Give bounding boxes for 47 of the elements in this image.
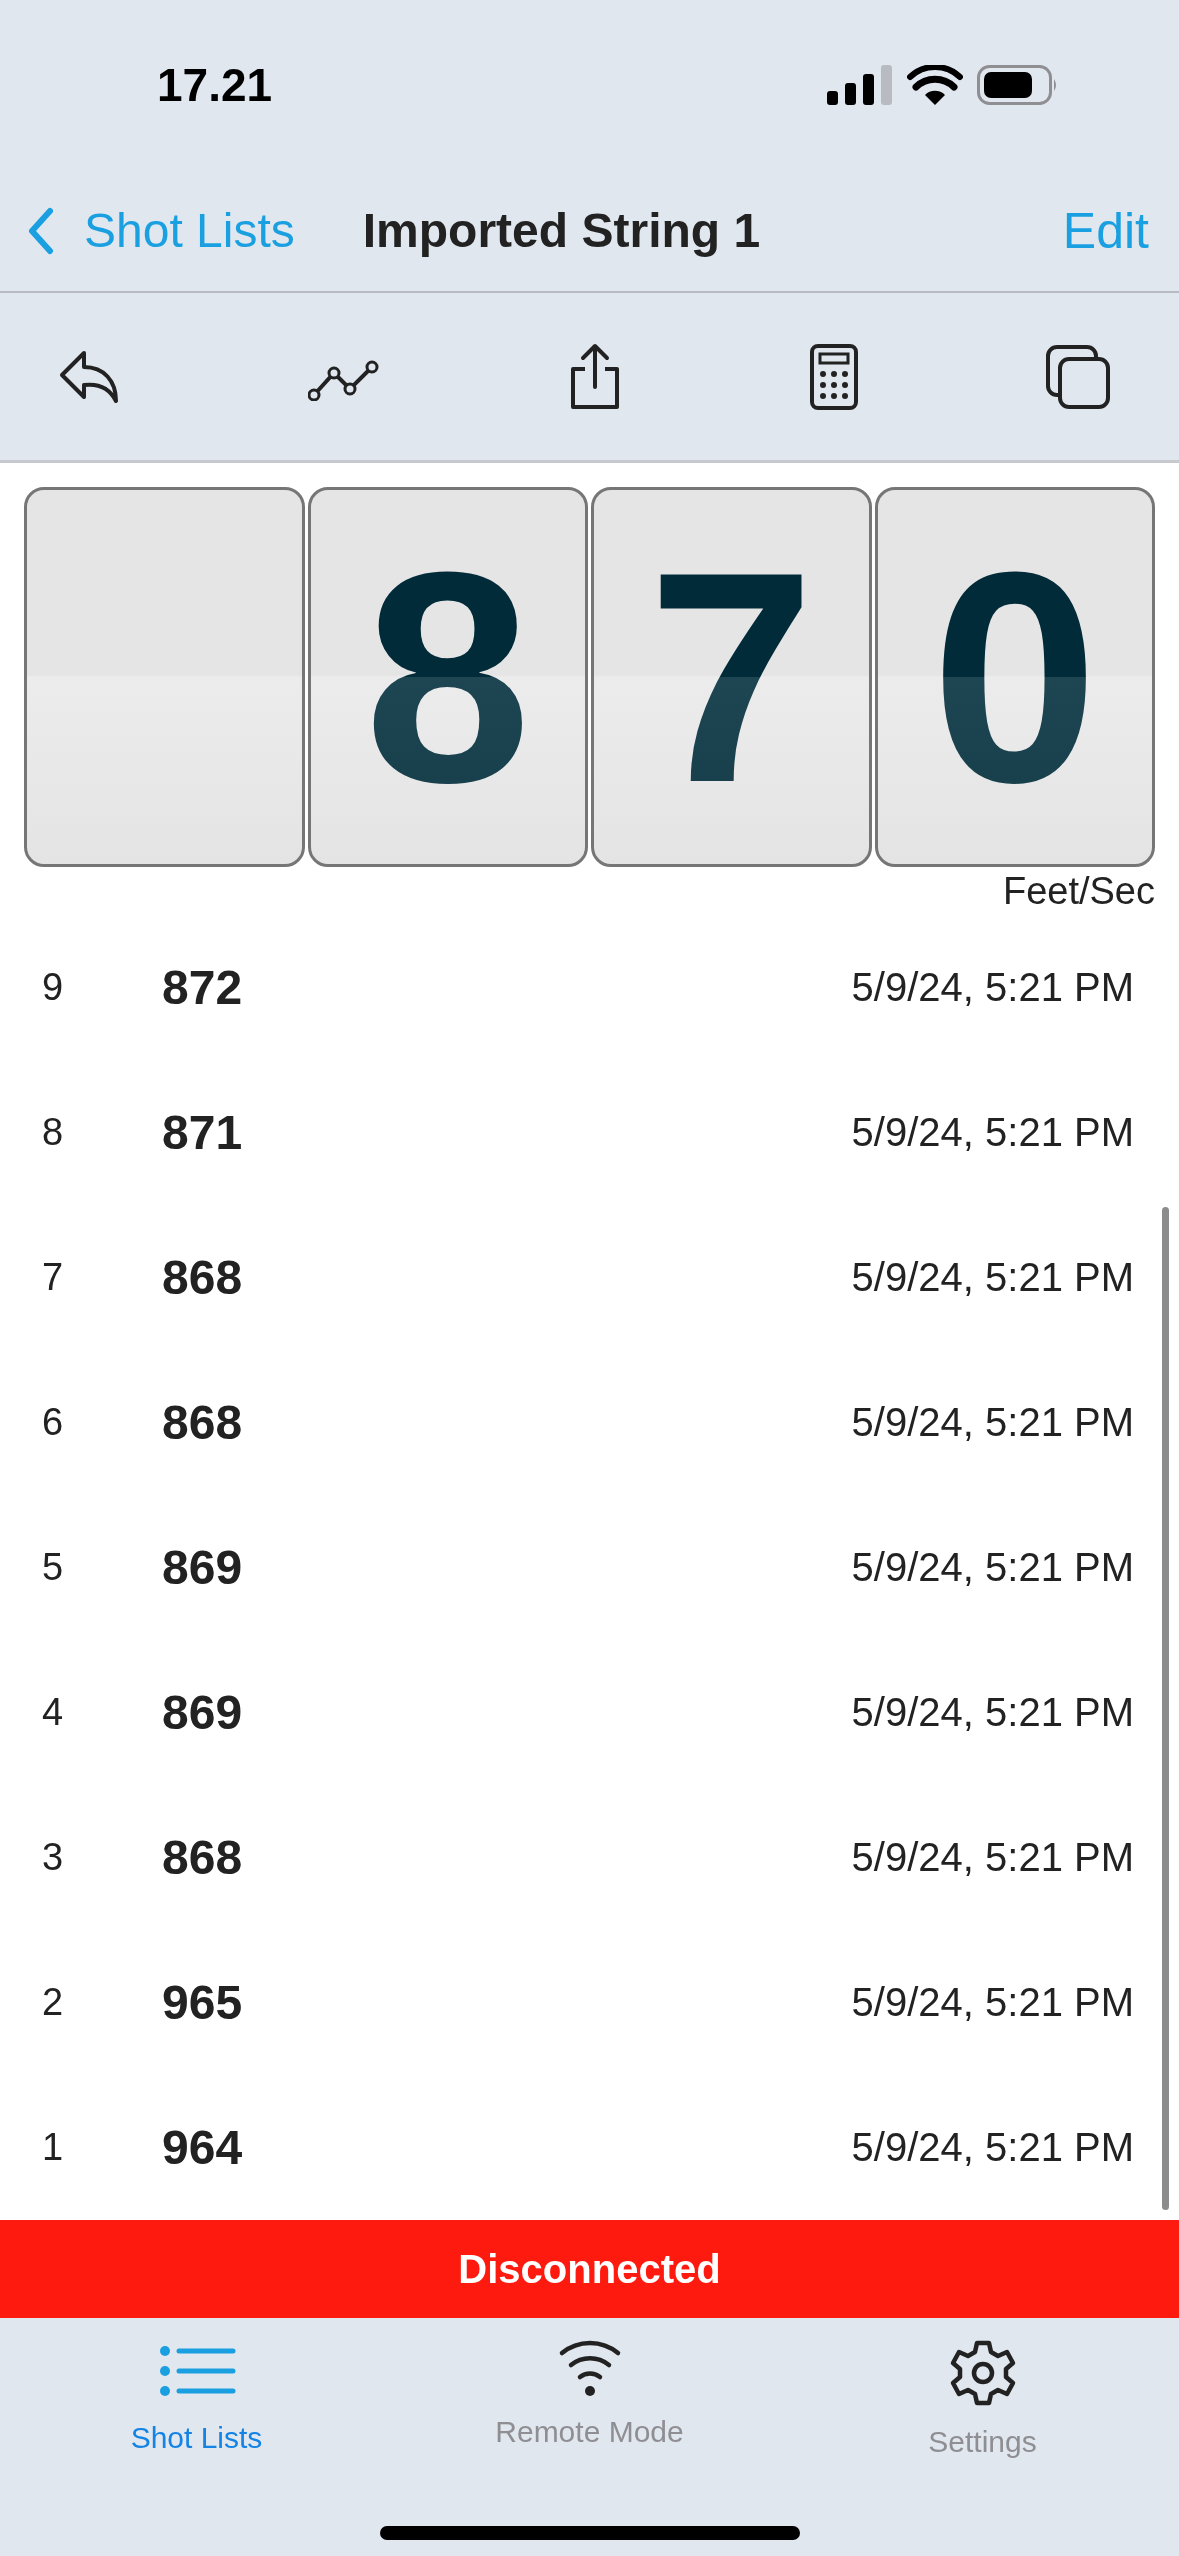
tab[interactable]: Shot Lists [46,2338,347,2460]
shot-number: 3 [42,1836,65,1879]
tab[interactable]: Settings [832,2338,1133,2460]
shot-timestamp: 5/9/24, 5:21 PM [851,1400,1134,1445]
shot-number: 5 [42,1546,65,1589]
shot-velocity: 871 [162,1105,244,1160]
signal-icon [827,65,893,105]
copy-button[interactable] [1045,343,1111,410]
back-button[interactable]: Shot Lists [28,203,295,258]
shot-timestamp: 5/9/24, 5:21 PM [851,2125,1134,2170]
shot-velocity: 964 [162,2120,244,2175]
edit-button[interactable]: Edit [1062,201,1149,260]
tab[interactable]: Remote Mode [439,2338,740,2460]
shot-velocity: 872 [162,960,244,1015]
shot-number: 2 [42,1981,65,2024]
shot-timestamp: 5/9/24, 5:21 PM [851,1545,1134,1590]
digit-card: 8 [307,487,588,867]
shot-velocity: 868 [162,1830,244,1885]
shot-number: 7 [42,1256,65,1299]
shot-velocity: 868 [162,1250,244,1305]
wifi-icon [557,2339,622,2397]
battery-icon [977,65,1059,105]
shot-velocity: 965 [162,1975,244,2030]
chevron-left-icon [28,206,54,255]
unit-label: Feet/Sec [1002,869,1155,913]
digit-card: 7 [591,487,872,867]
calculator-button[interactable] [808,342,859,411]
status-time: 17.21 [157,58,273,112]
shot-velocity: 869 [162,1685,244,1740]
settings-icon [948,2339,1017,2407]
wifi-icon [907,65,963,105]
shot-timestamp: 5/9/24, 5:21 PM [851,965,1134,1010]
digit-card: 0 [874,487,1155,867]
shot-number: 8 [42,1111,65,1154]
shot-number: 1 [42,2126,65,2169]
shot-number: 9 [42,966,65,1009]
connection-banner: Disconnected [0,2220,1179,2318]
shot-timestamp: 5/9/24, 5:21 PM [851,1980,1134,2025]
nav-title: Imported String 1 [362,203,762,258]
shot-timestamp: 5/9/24, 5:21 PM [851,1690,1134,1735]
shot-timestamp: 5/9/24, 5:21 PM [851,1255,1134,1300]
shot-velocity: 869 [162,1540,244,1595]
shot-number: 6 [42,1401,65,1444]
shot-velocity: 868 [162,1395,244,1450]
shot-number: 4 [42,1691,65,1734]
shot-timestamp: 5/9/24, 5:21 PM [851,1835,1134,1880]
shot-timestamp: 5/9/24, 5:21 PM [851,1110,1134,1155]
